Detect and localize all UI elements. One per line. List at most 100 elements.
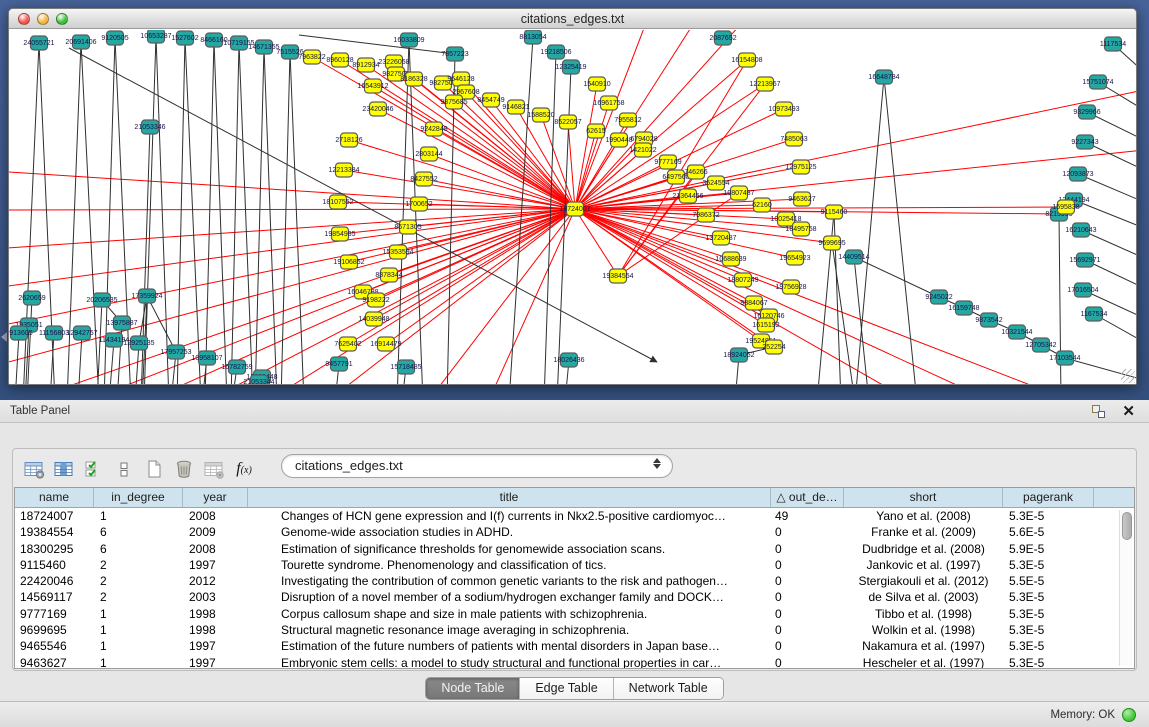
graph-edge[interactable]	[854, 257, 939, 297]
table-cell: 49	[771, 508, 844, 524]
graph-edge[interactable]	[269, 209, 575, 385]
table-row[interactable]: 911546021997Tourette syndrome. Phenomeno…	[15, 557, 1134, 573]
column-header-in_degree[interactable]: in_degree	[94, 488, 183, 507]
graph-edge[interactable]	[409, 40, 423, 385]
table-cell: 9115460	[15, 557, 94, 573]
column-header-title[interactable]: title	[248, 488, 771, 507]
tab-node-table[interactable]: Node Table	[426, 678, 520, 699]
table-cell: Investigating the contribution of common…	[248, 573, 771, 589]
graph-edge[interactable]	[185, 38, 201, 385]
network-view-window[interactable]: citations_edges.txt 18724007240557212069…	[8, 8, 1137, 385]
graph-edge[interactable]	[239, 43, 253, 385]
graph-edge[interactable]	[255, 47, 264, 385]
table-cell: 5.3E-5	[1003, 655, 1094, 669]
table-cell: 1	[94, 638, 183, 654]
graph-edge[interactable]	[231, 43, 239, 385]
graph-edge[interactable]	[854, 257, 869, 385]
table-cell: 0	[771, 606, 844, 622]
graph-node-label: 16648784	[868, 74, 899, 81]
graph-node-label: 12213967	[749, 81, 780, 88]
tab-edge-table[interactable]: Edge Table	[520, 678, 613, 699]
graph-edge[interactable]	[378, 109, 575, 209]
graph-edge[interactable]	[78, 333, 82, 385]
graph-edge[interactable]	[509, 37, 533, 385]
table-row[interactable]: 1938455462009Genome-wide association stu…	[15, 524, 1134, 540]
network-graph-canvas[interactable]: 1872400724055721206914069120505106532871…	[9, 30, 1136, 384]
table-row[interactable]: 969969511998Structural magnetic resonanc…	[15, 622, 1134, 638]
graph-edge[interactable]	[281, 52, 290, 385]
function-builder-icon[interactable]: f(x)	[229, 456, 259, 482]
table-row[interactable]: 2242004622012Investigating the contribut…	[15, 573, 1134, 589]
column-header-name[interactable]: name	[15, 488, 94, 507]
table-selector-value: citations_edges.txt	[295, 458, 403, 473]
graph-edge[interactable]	[575, 209, 766, 325]
graph-node-label: 18495758	[785, 226, 816, 233]
table-cell: 1	[94, 606, 183, 622]
table-selector-dropdown[interactable]: citations_edges.txt	[281, 454, 673, 478]
graph-edge[interactable]	[568, 122, 575, 209]
graph-edge[interactable]	[618, 84, 765, 276]
graph-edge[interactable]	[9, 170, 575, 209]
graph-node-label: 2718126	[335, 137, 362, 144]
column-header-short[interactable]: short	[844, 488, 1003, 507]
graph-edge[interactable]	[9, 209, 575, 290]
table-row[interactable]: 1456911722003Disruption of a novel membe…	[15, 589, 1134, 605]
new-table-icon[interactable]	[139, 456, 169, 482]
close-panel-icon[interactable]: ✕	[1122, 402, 1135, 420]
graph-edge[interactable]	[264, 47, 277, 385]
graph-edge[interactable]	[373, 86, 575, 209]
graph-edge[interactable]	[144, 36, 156, 385]
graph-edge[interactable]	[9, 209, 575, 370]
vertical-scrollbar[interactable]	[1119, 510, 1132, 666]
column-header-out_de[interactable]: △ out_de…	[771, 488, 844, 507]
graph-edge[interactable]	[9, 209, 575, 210]
graph-node-label: 13975887	[106, 320, 137, 327]
float-panel-icon[interactable]	[1092, 405, 1105, 418]
row-stack-icon[interactable]	[109, 456, 139, 482]
graph-node-label: 1595838	[1052, 204, 1079, 211]
graph-node-label: 12942757	[66, 330, 97, 337]
scrollbar-thumb[interactable]	[1122, 512, 1132, 540]
memory-ok-led-icon	[1122, 708, 1136, 722]
graph-node-label: 10653287	[140, 33, 171, 40]
graph-node-label: 18807249	[727, 277, 758, 284]
graph-edge[interactable]	[177, 38, 185, 385]
graph-node-label: 9884067	[740, 300, 767, 307]
column-header-pagerank[interactable]: pagerank	[1003, 488, 1094, 507]
graph-edge[interactable]	[205, 40, 214, 385]
graph-node-label: 9699695	[818, 240, 845, 247]
tab-network-table[interactable]: Network Table	[614, 678, 723, 699]
column-chooser-icon[interactable]	[49, 456, 79, 482]
collapse-panel-arrow-icon[interactable]	[1, 332, 7, 342]
table-row[interactable]: 977716911998Corpus callosum shape and si…	[15, 606, 1134, 622]
table-row[interactable]: 1830029562008Estimation of significance …	[15, 541, 1134, 557]
graph-node-label: 19384554	[602, 273, 633, 280]
graph-edge[interactable]	[575, 209, 1059, 214]
graph-node-label: 14671355	[248, 44, 279, 51]
table-row[interactable]: 1872400712008Changes of HCN gene express…	[15, 508, 1134, 524]
table-row[interactable]: 946554611997Estimation of the future num…	[15, 638, 1134, 654]
select-rows-icon[interactable]	[79, 456, 109, 482]
graph-edge[interactable]	[855, 77, 884, 385]
graph-node-label: 7986372	[692, 212, 719, 219]
graph-node-label: 2087652	[709, 35, 736, 42]
graph-edge[interactable]	[299, 35, 455, 54]
table-cell: 1	[94, 622, 183, 638]
table-cell: 5.5E-5	[1003, 573, 1094, 589]
table-settings-icon[interactable]	[19, 456, 49, 482]
table-cell: Estimation of significance thresholds fo…	[248, 541, 771, 557]
graph-edge[interactable]	[290, 52, 304, 385]
graph-edge[interactable]	[156, 36, 169, 385]
table-cell: 2	[94, 557, 183, 573]
graph-edge[interactable]	[397, 40, 409, 385]
graph-node-label: 3624554	[702, 180, 729, 187]
graph-node-label: 12093873	[1062, 171, 1093, 178]
delete-table-icon[interactable]	[169, 456, 199, 482]
table-cell: 2012	[183, 573, 248, 589]
column-header-year[interactable]: year	[183, 488, 248, 507]
graph-edge[interactable]	[575, 90, 1136, 209]
table-row[interactable]: 946362711997Embryonic stem cells: a mode…	[15, 655, 1134, 669]
window-resize-grip[interactable]	[1121, 369, 1135, 383]
window-titlebar[interactable]: citations_edges.txt	[9, 9, 1136, 29]
graph-node-label: 9198222	[362, 297, 389, 304]
